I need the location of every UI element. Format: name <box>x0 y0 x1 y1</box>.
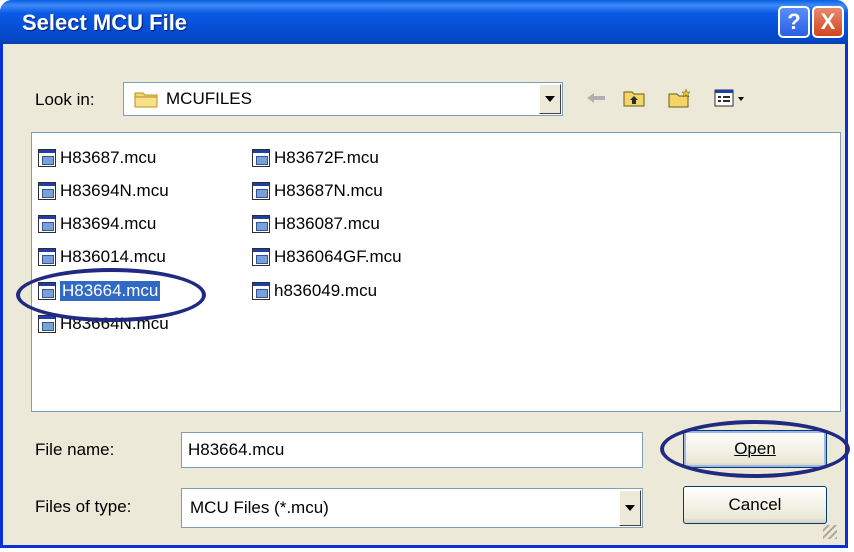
mcu-file-icon <box>252 215 270 233</box>
look-in-label: Look in: <box>35 90 95 109</box>
file-item[interactable]: h836049.mcu <box>252 278 377 304</box>
folder-icon <box>134 90 158 108</box>
files-of-type-dropdown[interactable]: MCU Files (*.mcu) <box>181 488 643 528</box>
look-in-arrow[interactable] <box>539 84 561 114</box>
file-list[interactable]: H83687.mcu H83694N.mcu H83694.mcu H83601… <box>31 132 841 412</box>
file-item-selected[interactable]: H83664.mcu <box>38 278 161 304</box>
chevron-down-icon <box>625 505 635 511</box>
up-folder-icon[interactable] <box>621 86 647 110</box>
file-item-name: H83664.mcu <box>60 281 161 301</box>
file-item[interactable]: H83694N.mcu <box>38 178 169 204</box>
close-button[interactable]: X <box>812 6 844 38</box>
file-item-name: H83694N.mcu <box>60 181 169 200</box>
file-item-name: H836064GF.mcu <box>274 247 402 266</box>
file-item[interactable]: H836064GF.mcu <box>252 244 402 270</box>
file-item-name: h836049.mcu <box>274 281 378 300</box>
file-name-input[interactable]: H83664.mcu <box>181 432 643 468</box>
file-item-name: H836087.mcu <box>274 214 380 233</box>
file-item[interactable]: H83672F.mcu <box>252 145 379 171</box>
mcu-file-icon <box>252 248 270 266</box>
file-item-name: H836014.mcu <box>60 247 166 266</box>
chevron-down-icon <box>545 96 555 102</box>
mcu-file-icon <box>252 182 270 200</box>
dialog-title: Select MCU File <box>22 10 188 35</box>
mcu-file-icon <box>252 149 270 167</box>
file-item[interactable]: H83694.mcu <box>38 211 156 237</box>
mcu-file-icon <box>38 248 56 266</box>
file-item-name: H83672F.mcu <box>274 148 379 167</box>
file-item-name: H83694.mcu <box>60 214 157 233</box>
title-bar[interactable]: Select MCU File ? X <box>0 0 848 44</box>
file-item[interactable]: H83664N.mcu <box>38 311 169 337</box>
file-item[interactable]: H83687.mcu <box>38 145 156 171</box>
help-button[interactable]: ? <box>778 6 810 38</box>
back-arrow-icon[interactable] <box>583 86 609 110</box>
resize-grip[interactable] <box>823 525 837 539</box>
files-of-type-value: MCU Files (*.mcu) <box>190 498 329 517</box>
files-of-type-label: Files of type: <box>35 497 132 516</box>
open-button[interactable]: Open <box>683 430 827 468</box>
mcu-file-icon <box>38 215 56 233</box>
file-item[interactable]: H836087.mcu <box>252 211 380 237</box>
file-item-name: H83664N.mcu <box>60 314 169 333</box>
cancel-button-label: Cancel <box>728 495 782 514</box>
file-item-name: H83687N.mcu <box>274 181 383 200</box>
file-item-name: H83687.mcu <box>60 148 157 167</box>
look-in-value: MCUFILES <box>166 89 252 108</box>
open-button-label: Open <box>734 439 776 458</box>
file-item[interactable]: H83687N.mcu <box>252 178 383 204</box>
mcu-file-icon <box>38 182 56 200</box>
new-folder-icon[interactable] <box>667 86 693 110</box>
look-in-dropdown[interactable]: MCUFILES <box>123 82 563 116</box>
mcu-file-icon <box>38 149 56 167</box>
file-item[interactable]: H836014.mcu <box>38 244 166 270</box>
mcu-file-icon <box>38 282 56 300</box>
view-menu-icon[interactable] <box>711 86 751 110</box>
file-name-label: File name: <box>35 440 115 459</box>
mcu-file-icon <box>252 282 270 300</box>
files-of-type-arrow[interactable] <box>619 490 641 526</box>
cancel-button[interactable]: Cancel <box>683 486 827 524</box>
mcu-file-icon <box>38 315 56 333</box>
select-mcu-dialog: Select MCU File ? X Look in: MCUFILES H8… <box>0 0 848 548</box>
